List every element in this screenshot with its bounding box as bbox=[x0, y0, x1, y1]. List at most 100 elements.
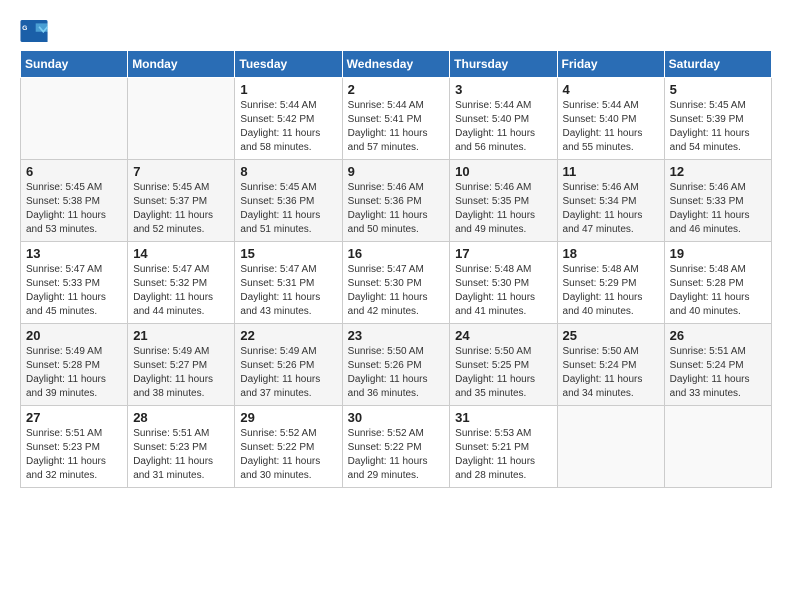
day-info: Sunrise: 5:45 AM Sunset: 5:36 PM Dayligh… bbox=[240, 181, 336, 237]
calendar-cell: 7 Sunrise: 5:45 AM Sunset: 5:37 PM Daylig… bbox=[128, 160, 235, 242]
day-number: 14 bbox=[133, 246, 229, 261]
day-info: Sunrise: 5:45 AM Sunset: 5:37 PM Dayligh… bbox=[133, 181, 229, 237]
col-monday: Monday bbox=[128, 51, 235, 78]
calendar-cell bbox=[128, 78, 235, 160]
day-info: Sunrise: 5:49 AM Sunset: 5:28 PM Dayligh… bbox=[26, 345, 122, 401]
col-tuesday: Tuesday bbox=[235, 51, 342, 78]
calendar-cell bbox=[21, 78, 128, 160]
calendar-week-4: 20 Sunrise: 5:49 AM Sunset: 5:28 PM Dayli… bbox=[21, 324, 772, 406]
day-info: Sunrise: 5:47 AM Sunset: 5:31 PM Dayligh… bbox=[240, 263, 336, 319]
day-number: 8 bbox=[240, 164, 336, 179]
day-number: 13 bbox=[26, 246, 122, 261]
day-number: 22 bbox=[240, 328, 336, 343]
day-info: Sunrise: 5:48 AM Sunset: 5:30 PM Dayligh… bbox=[455, 263, 551, 319]
calendar-cell: 17 Sunrise: 5:48 AM Sunset: 5:30 PM Dayli… bbox=[450, 242, 557, 324]
day-number: 10 bbox=[455, 164, 551, 179]
day-info: Sunrise: 5:50 AM Sunset: 5:24 PM Dayligh… bbox=[563, 345, 659, 401]
calendar-cell: 14 Sunrise: 5:47 AM Sunset: 5:32 PM Dayli… bbox=[128, 242, 235, 324]
day-info: Sunrise: 5:46 AM Sunset: 5:33 PM Dayligh… bbox=[670, 181, 766, 237]
day-number: 31 bbox=[455, 410, 551, 425]
day-info: Sunrise: 5:47 AM Sunset: 5:30 PM Dayligh… bbox=[348, 263, 445, 319]
day-info: Sunrise: 5:45 AM Sunset: 5:39 PM Dayligh… bbox=[670, 99, 766, 155]
page-container: G Sunday Monday Tuesday Wednesday Thursd… bbox=[20, 20, 772, 488]
calendar-cell: 18Sunrise: 5:48 AM Sunset: 5:29 PM Dayli… bbox=[557, 242, 664, 324]
calendar-cell: 9 Sunrise: 5:46 AM Sunset: 5:36 PM Daylig… bbox=[342, 160, 450, 242]
day-number: 7 bbox=[133, 164, 229, 179]
calendar-cell: 26 Sunrise: 5:51 AM Sunset: 5:24 PM Dayli… bbox=[664, 324, 771, 406]
day-info: Sunrise: 5:44 AM Sunset: 5:41 PM Dayligh… bbox=[348, 99, 445, 155]
day-number: 2 bbox=[348, 82, 445, 97]
day-info: Sunrise: 5:46 AM Sunset: 5:36 PM Dayligh… bbox=[348, 181, 445, 237]
day-info: Sunrise: 5:45 AM Sunset: 5:38 PM Dayligh… bbox=[26, 181, 122, 237]
calendar-table: Sunday Monday Tuesday Wednesday Thursday… bbox=[20, 50, 772, 488]
day-info: Sunrise: 5:53 AM Sunset: 5:21 PM Dayligh… bbox=[455, 427, 551, 483]
calendar-cell: 20 Sunrise: 5:49 AM Sunset: 5:28 PM Dayli… bbox=[21, 324, 128, 406]
day-number: 21 bbox=[133, 328, 229, 343]
calendar-cell bbox=[557, 406, 664, 488]
calendar-cell: 13 Sunrise: 5:47 AM Sunset: 5:33 PM Dayli… bbox=[21, 242, 128, 324]
day-number: 12 bbox=[670, 164, 766, 179]
calendar-cell: 5 Sunrise: 5:45 AM Sunset: 5:39 PM Daylig… bbox=[664, 78, 771, 160]
day-info: Sunrise: 5:50 AM Sunset: 5:26 PM Dayligh… bbox=[348, 345, 445, 401]
day-number: 25 bbox=[563, 328, 659, 343]
calendar-cell: 28 Sunrise: 5:51 AM Sunset: 5:23 PM Dayli… bbox=[128, 406, 235, 488]
day-info: Sunrise: 5:44 AM Sunset: 5:42 PM Dayligh… bbox=[240, 99, 336, 155]
col-thursday: Thursday bbox=[450, 51, 557, 78]
calendar-week-1: 1 Sunrise: 5:44 AM Sunset: 5:42 PM Daylig… bbox=[21, 78, 772, 160]
day-info: Sunrise: 5:46 AM Sunset: 5:35 PM Dayligh… bbox=[455, 181, 551, 237]
day-info: Sunrise: 5:44 AM Sunset: 5:40 PM Dayligh… bbox=[455, 99, 551, 155]
calendar-cell: 29Sunrise: 5:52 AM Sunset: 5:22 PM Dayli… bbox=[235, 406, 342, 488]
day-info: Sunrise: 5:44 AM Sunset: 5:40 PM Dayligh… bbox=[563, 99, 659, 155]
col-sunday: Sunday bbox=[21, 51, 128, 78]
col-saturday: Saturday bbox=[664, 51, 771, 78]
day-number: 17 bbox=[455, 246, 551, 261]
day-info: Sunrise: 5:50 AM Sunset: 5:25 PM Dayligh… bbox=[455, 345, 551, 401]
day-number: 16 bbox=[348, 246, 445, 261]
calendar-cell: 19Sunrise: 5:48 AM Sunset: 5:28 PM Dayli… bbox=[664, 242, 771, 324]
day-info: Sunrise: 5:49 AM Sunset: 5:27 PM Dayligh… bbox=[133, 345, 229, 401]
day-number: 11 bbox=[563, 164, 659, 179]
calendar-cell: 10 Sunrise: 5:46 AM Sunset: 5:35 PM Dayli… bbox=[450, 160, 557, 242]
calendar-cell: 15 Sunrise: 5:47 AM Sunset: 5:31 PM Dayli… bbox=[235, 242, 342, 324]
calendar-cell: 2 Sunrise: 5:44 AM Sunset: 5:41 PM Daylig… bbox=[342, 78, 450, 160]
day-number: 27 bbox=[26, 410, 122, 425]
calendar-cell: 22Sunrise: 5:49 AM Sunset: 5:26 PM Dayli… bbox=[235, 324, 342, 406]
col-wednesday: Wednesday bbox=[342, 51, 450, 78]
day-number: 15 bbox=[240, 246, 336, 261]
day-info: Sunrise: 5:47 AM Sunset: 5:32 PM Dayligh… bbox=[133, 263, 229, 319]
day-number: 9 bbox=[348, 164, 445, 179]
calendar-cell: 27 Sunrise: 5:51 AM Sunset: 5:23 PM Dayli… bbox=[21, 406, 128, 488]
calendar-cell: 16 Sunrise: 5:47 AM Sunset: 5:30 PM Dayli… bbox=[342, 242, 450, 324]
day-number: 3 bbox=[455, 82, 551, 97]
day-info: Sunrise: 5:51 AM Sunset: 5:23 PM Dayligh… bbox=[133, 427, 229, 483]
calendar-cell: 12 Sunrise: 5:46 AM Sunset: 5:33 PM Dayli… bbox=[664, 160, 771, 242]
calendar-cell: 8 Sunrise: 5:45 AM Sunset: 5:36 PM Daylig… bbox=[235, 160, 342, 242]
calendar-cell: 3 Sunrise: 5:44 AM Sunset: 5:40 PM Daylig… bbox=[450, 78, 557, 160]
logo: G bbox=[20, 20, 52, 42]
day-number: 28 bbox=[133, 410, 229, 425]
day-number: 6 bbox=[26, 164, 122, 179]
day-number: 26 bbox=[670, 328, 766, 343]
calendar-cell: 4Sunrise: 5:44 AM Sunset: 5:40 PM Daylig… bbox=[557, 78, 664, 160]
day-number: 30 bbox=[348, 410, 445, 425]
day-info: Sunrise: 5:51 AM Sunset: 5:24 PM Dayligh… bbox=[670, 345, 766, 401]
calendar-cell: 31 Sunrise: 5:53 AM Sunset: 5:21 PM Dayli… bbox=[450, 406, 557, 488]
day-info: Sunrise: 5:48 AM Sunset: 5:28 PM Dayligh… bbox=[670, 263, 766, 319]
day-info: Sunrise: 5:52 AM Sunset: 5:22 PM Dayligh… bbox=[348, 427, 445, 483]
day-number: 20 bbox=[26, 328, 122, 343]
day-number: 5 bbox=[670, 82, 766, 97]
day-info: Sunrise: 5:48 AM Sunset: 5:29 PM Dayligh… bbox=[563, 263, 659, 319]
calendar-cell: 11Sunrise: 5:46 AM Sunset: 5:34 PM Dayli… bbox=[557, 160, 664, 242]
calendar-cell: 21 Sunrise: 5:49 AM Sunset: 5:27 PM Dayli… bbox=[128, 324, 235, 406]
calendar-week-3: 13 Sunrise: 5:47 AM Sunset: 5:33 PM Dayli… bbox=[21, 242, 772, 324]
svg-text:G: G bbox=[22, 25, 27, 32]
day-info: Sunrise: 5:51 AM Sunset: 5:23 PM Dayligh… bbox=[26, 427, 122, 483]
day-number: 24 bbox=[455, 328, 551, 343]
day-info: Sunrise: 5:47 AM Sunset: 5:33 PM Dayligh… bbox=[26, 263, 122, 319]
day-number: 23 bbox=[348, 328, 445, 343]
calendar-cell: 30 Sunrise: 5:52 AM Sunset: 5:22 PM Dayli… bbox=[342, 406, 450, 488]
day-number: 1 bbox=[240, 82, 336, 97]
calendar-cell: 25 Sunrise: 5:50 AM Sunset: 5:24 PM Dayli… bbox=[557, 324, 664, 406]
calendar-cell: 23 Sunrise: 5:50 AM Sunset: 5:26 PM Dayli… bbox=[342, 324, 450, 406]
calendar-cell: 24 Sunrise: 5:50 AM Sunset: 5:25 PM Dayli… bbox=[450, 324, 557, 406]
